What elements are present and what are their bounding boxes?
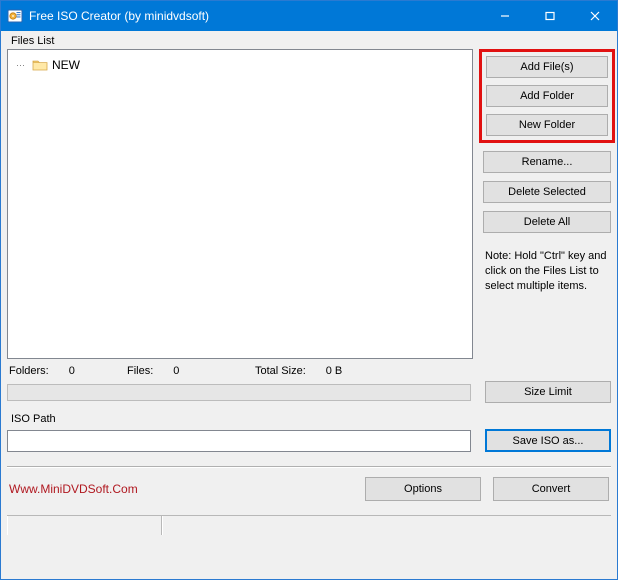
statusbar-cell [7,516,162,535]
app-window: Free ISO Creator (by minidvdsoft) Files … [0,0,618,580]
maximize-button[interactable] [527,1,572,31]
size-progress-bar [7,384,471,401]
delete-all-button[interactable]: Delete All [483,211,611,233]
action-sidebar: Add File(s) Add Folder New Folder Rename… [483,49,611,359]
tree-expander-icon[interactable]: ⋯ [16,60,32,71]
new-folder-button[interactable]: New Folder [486,114,608,136]
title-text: Free ISO Creator (by minidvdsoft) [29,9,209,23]
minimize-button[interactable] [482,1,527,31]
files-label: Files: [127,365,153,377]
delete-selected-button[interactable]: Delete Selected [483,181,611,203]
tree-row[interactable]: ⋯ NEW [16,56,464,74]
save-iso-as-button[interactable]: Save ISO as... [485,429,611,452]
tree-item-label: NEW [52,58,80,72]
files-list-label: Files List [11,35,611,47]
iso-path-label: ISO Path [11,413,611,425]
titlebar[interactable]: Free ISO Creator (by minidvdsoft) [1,1,617,31]
options-button[interactable]: Options [365,477,481,501]
folders-label: Folders: [9,365,49,377]
files-list-tree[interactable]: ⋯ NEW [7,49,473,359]
note-text: Note: Hold "Ctrl" key and click on the F… [483,241,611,294]
folder-icon [32,58,48,72]
statusbar [7,515,611,535]
app-icon [7,8,23,24]
total-size-value: 0 B [326,365,343,377]
folders-value: 0 [69,365,75,377]
stats-row: Folders: 0 Files: 0 Total Size: 0 B [7,359,611,379]
total-size-label: Total Size: [255,365,306,377]
iso-path-input[interactable] [7,430,471,452]
close-button[interactable] [572,1,617,31]
statusbar-cell [162,516,611,535]
website-link[interactable]: Www.MiniDVDSoft.Com [9,482,138,496]
add-files-button[interactable]: Add File(s) [486,56,608,78]
convert-button[interactable]: Convert [493,477,609,501]
separator [7,466,611,467]
rename-button[interactable]: Rename... [483,151,611,173]
files-value: 0 [173,365,179,377]
add-folder-button[interactable]: Add Folder [486,85,608,107]
size-limit-button[interactable]: Size Limit [485,381,611,403]
highlight-box: Add File(s) Add Folder New Folder [479,49,615,143]
